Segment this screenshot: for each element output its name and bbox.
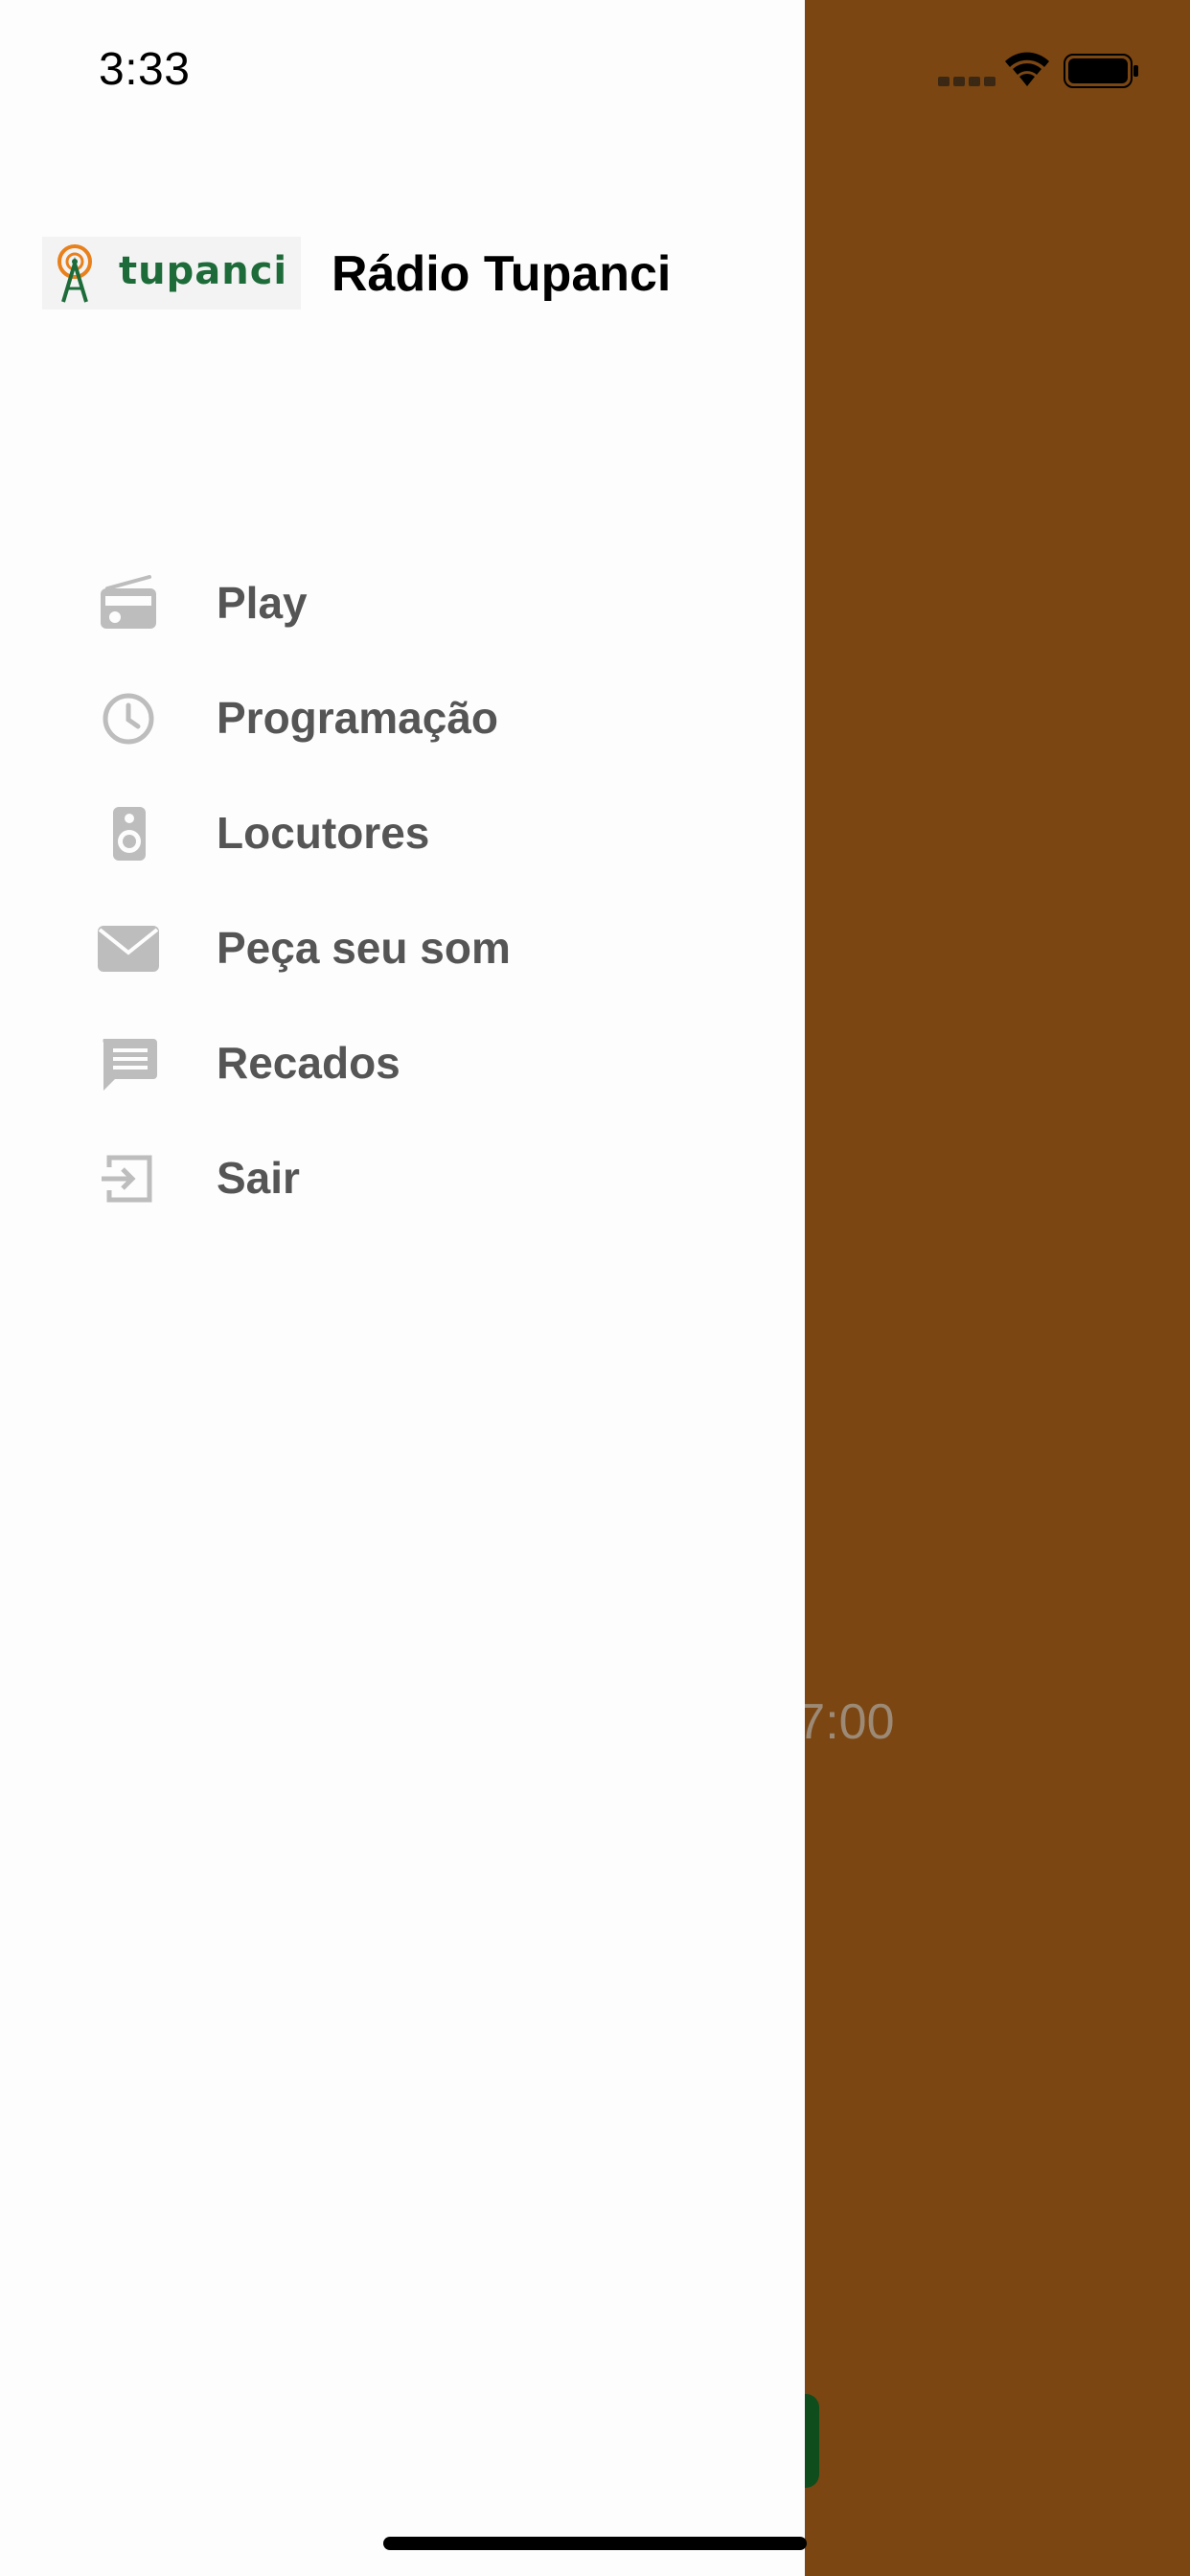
menu-item-peca-seu-som[interactable]: Peça seu som [0,891,805,1006]
radio-icon [101,575,156,629]
status-time: 3:33 [99,44,191,95]
menu-item-sair[interactable]: Sair [0,1121,805,1236]
navigation-drawer: 3:33 tupanci Rádio Tupanci Play Programa… [0,0,805,2576]
home-indicator[interactable] [383,2537,807,2550]
menu-item-locutores[interactable]: Locutores [0,776,805,891]
menu-item-programacao[interactable]: Programação [0,661,805,776]
drawer-title: Rádio Tupanci [332,246,672,302]
menu-item-play[interactable]: Play [0,546,805,661]
status-indicators [934,50,1145,92]
menu-label: Peça seu som [217,923,511,973]
menu-label: Sair [217,1153,300,1203]
clock-icon [103,693,154,745]
radio-tower-logo-icon [57,244,92,303]
envelope-icon [98,926,159,972]
battery-icon [1064,54,1138,88]
menu-label: Play [217,578,308,628]
message-icon [103,1039,157,1091]
logo-wordmark: tupanci [119,249,288,293]
wifi-icon [1005,52,1049,86]
menu-label: Programação [217,693,499,743]
logout-icon [102,1155,152,1203]
menu-label: Locutores [217,808,430,858]
menu-item-recados[interactable]: Recados [0,1006,805,1121]
cellular-signal-icon [938,77,995,88]
menu-label: Recados [217,1038,400,1088]
app-logo: tupanci [42,237,301,310]
speaker-icon [113,807,146,861]
